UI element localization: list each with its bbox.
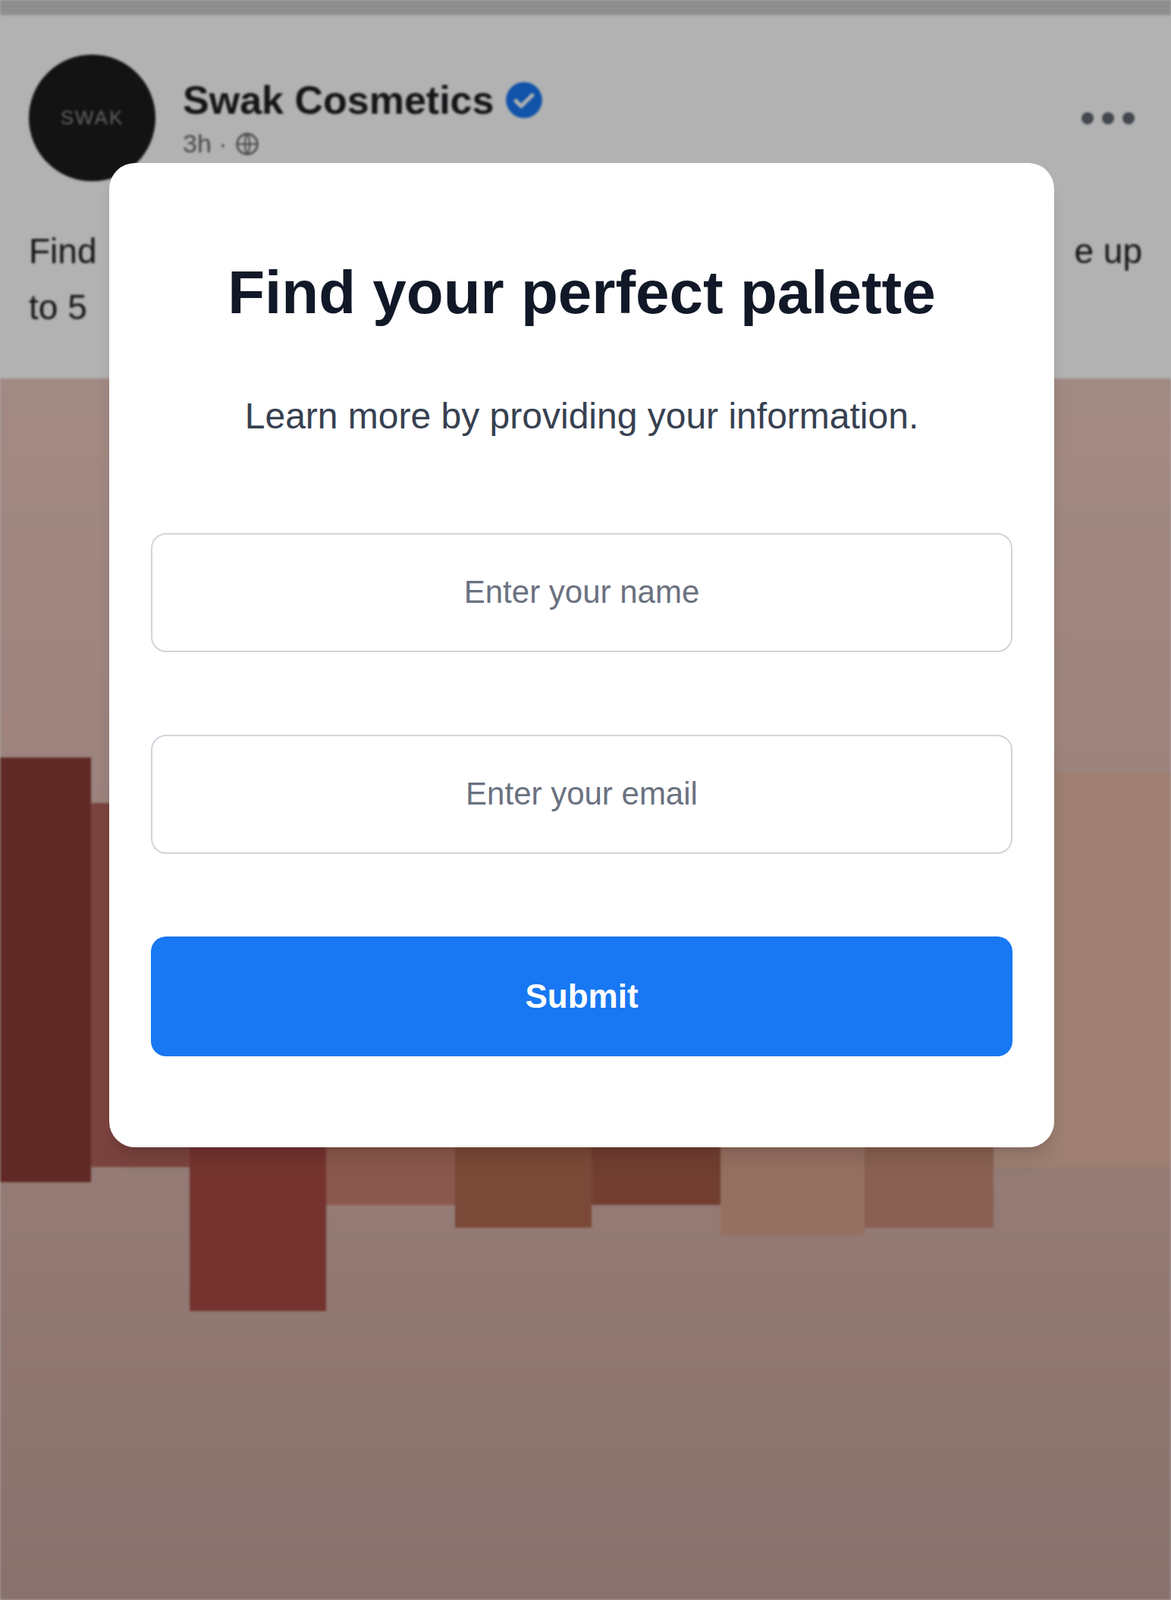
submit-button[interactable]: Submit (150, 936, 1013, 1057)
email-input[interactable] (150, 734, 1013, 854)
form-subtitle: Learn more by providing your information… (150, 394, 1013, 439)
name-input[interactable] (150, 533, 1013, 653)
page: SWAKSwak Cosmetics3h · Finde upto 5 Find… (0, 0, 1171, 1600)
submit-label: Submit (524, 971, 638, 1022)
lead-form-modal: Find your perfect palette Learn more by p… (109, 163, 1055, 1148)
form-title: Find your perfect palette (150, 256, 1013, 330)
